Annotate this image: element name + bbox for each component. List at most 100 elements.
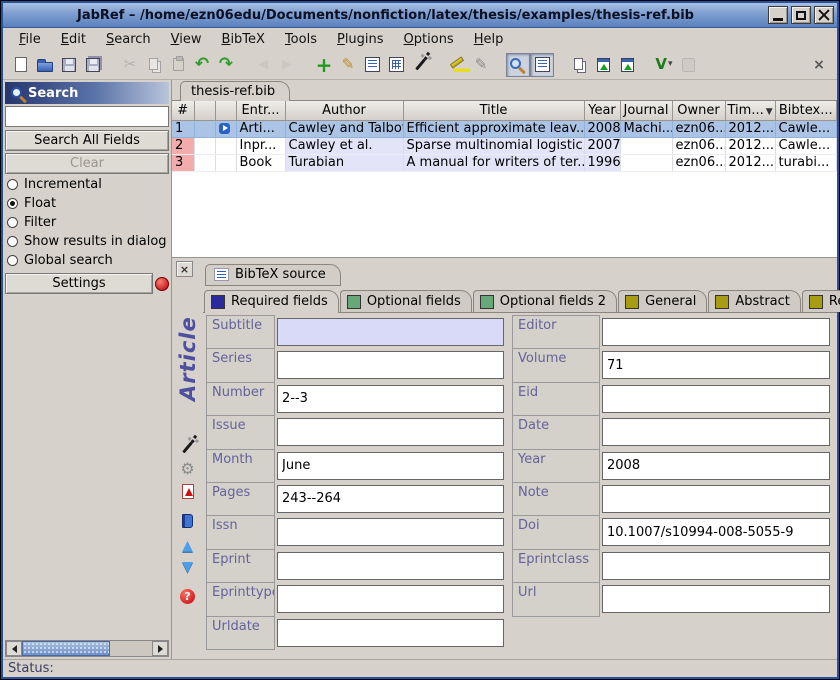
col-title[interactable]: Title [403, 101, 584, 120]
tab-review[interactable]: Review [802, 290, 840, 312]
clear-button[interactable]: Clear [5, 153, 169, 174]
field-input-month[interactable] [277, 452, 504, 480]
horizontal-scrollbar[interactable] [5, 640, 169, 657]
new-database-button[interactable] [9, 53, 33, 77]
col-bibtexkey[interactable]: Bibtex... [775, 101, 837, 120]
tab-abstract[interactable]: Abstract [708, 290, 801, 312]
gear-icon[interactable]: ⚙ [180, 461, 194, 477]
field-input-url[interactable] [602, 585, 830, 613]
menu-help[interactable]: Help [464, 30, 514, 49]
table-row[interactable]: 3 Book Turabian A manual for writers of … [172, 154, 837, 171]
mark-entries-button[interactable] [445, 53, 469, 77]
search-input[interactable] [5, 106, 169, 127]
push-to-vim-button[interactable]: V▾ [652, 53, 676, 77]
field-input-note[interactable] [602, 485, 830, 513]
write-xmp-pdf-icon[interactable] [182, 484, 194, 499]
tab-required-fields[interactable]: Required fields [204, 290, 339, 313]
field-input-eprint[interactable] [277, 552, 504, 580]
file-link-icon[interactable] [219, 123, 230, 134]
push-to-lyx-button[interactable] [591, 53, 615, 77]
help-icon[interactable]: ? [180, 589, 195, 604]
toolbar-close-button[interactable]: × [807, 53, 831, 77]
menu-search[interactable]: Search [96, 30, 161, 49]
minimize-button[interactable] [768, 6, 788, 24]
search-mode-global[interactable]: Global search [5, 251, 169, 270]
col-ranking[interactable] [194, 101, 215, 120]
field-input-issn[interactable] [277, 518, 504, 546]
menu-edit[interactable]: Edit [51, 30, 96, 49]
edit-entry-button[interactable]: ✎ [336, 53, 360, 77]
field-input-eprinttype[interactable] [277, 585, 504, 613]
tab-optional-fields-2[interactable]: Optional fields 2 [473, 290, 617, 312]
toggle-preview-button[interactable] [530, 53, 554, 77]
paste-button[interactable] [166, 53, 190, 77]
new-entry-plain-text-button[interactable] [408, 53, 432, 77]
edit-preamble-button[interactable] [360, 53, 384, 77]
cut-button[interactable]: ✂ [118, 53, 142, 77]
field-input-pages[interactable] [277, 485, 504, 513]
search-mode-incremental[interactable]: Incremental [5, 175, 169, 194]
scroll-left-button[interactable] [6, 641, 22, 656]
undo-button[interactable]: ↶ [190, 53, 214, 77]
col-owner[interactable]: Owner [672, 101, 725, 120]
save-database-button[interactable] [57, 53, 81, 77]
copy-button[interactable] [142, 53, 166, 77]
col-year[interactable]: Year [584, 101, 620, 120]
open-file-icon[interactable] [182, 514, 193, 528]
unmark-entries-button[interactable]: ✎ [469, 53, 493, 77]
previous-entry-icon[interactable]: ▲ [182, 539, 193, 553]
menu-tools[interactable]: Tools [275, 30, 327, 49]
field-input-subtitle[interactable] [277, 318, 504, 346]
col-file[interactable] [215, 101, 236, 120]
col-entrytype[interactable]: Entr... [236, 101, 285, 120]
field-input-issue[interactable] [277, 418, 504, 446]
close-button[interactable] [814, 6, 834, 24]
table-row[interactable]: 2 Inpr... Cawley et al. Sparse multinomi… [172, 137, 837, 154]
field-input-year[interactable] [602, 452, 830, 480]
tab-optional-fields[interactable]: Optional fields [340, 290, 472, 312]
field-input-doi[interactable] [602, 518, 830, 546]
generate-key-icon[interactable] [182, 442, 193, 454]
tab-general[interactable]: General [618, 290, 707, 312]
field-input-date[interactable] [602, 418, 830, 446]
push-to-openoffice-button[interactable] [676, 53, 700, 77]
next-entry-icon[interactable]: ▼ [182, 560, 193, 574]
field-input-series[interactable] [277, 351, 504, 379]
close-entry-editor-button[interactable]: × [176, 261, 193, 277]
tab-bibtex-source[interactable]: BibTeX source [205, 264, 341, 286]
search-all-fields-button[interactable]: Search All Fields [5, 130, 169, 151]
search-mode-filter[interactable]: Filter [5, 213, 169, 232]
menu-options[interactable]: Options [394, 30, 464, 49]
forward-button[interactable]: ▶ [275, 53, 299, 77]
search-settings-button[interactable]: Settings [5, 273, 153, 294]
menu-file[interactable]: File [9, 30, 51, 49]
search-mode-float[interactable]: Float [5, 194, 169, 213]
maximize-button[interactable] [791, 6, 811, 24]
toggle-search-button[interactable] [506, 53, 530, 77]
col-author[interactable]: Author [285, 101, 403, 120]
redo-button[interactable]: ↷ [214, 53, 238, 77]
field-input-editor[interactable] [602, 318, 830, 346]
col-timestamp[interactable]: Tim...▼ [725, 101, 775, 120]
scrollbar-thumb[interactable] [22, 641, 110, 656]
field-input-eid[interactable] [602, 385, 830, 413]
menu-bibtex[interactable]: BibTeX [212, 30, 275, 49]
field-input-eprintclass[interactable] [602, 552, 830, 580]
menu-view[interactable]: View [161, 30, 212, 49]
copy-entries-button[interactable] [567, 53, 591, 77]
field-input-volume[interactable] [602, 351, 830, 379]
col-journal[interactable]: Journal [620, 101, 672, 120]
back-button[interactable]: ◀ [251, 53, 275, 77]
col-number[interactable]: # [172, 101, 194, 120]
scroll-right-button[interactable] [152, 641, 168, 656]
edit-strings-button[interactable] [384, 53, 408, 77]
field-input-urldate[interactable] [277, 619, 504, 647]
menu-plugins[interactable]: Plugins [327, 30, 394, 49]
table-row[interactable]: 1 Arti... Cawley and Talbot Efficient ap… [172, 120, 837, 137]
tab-thesis-ref-bib[interactable]: thesis-ref.bib [180, 81, 290, 101]
new-entry-button[interactable]: + [312, 53, 336, 77]
scrollbar-track[interactable] [110, 641, 152, 656]
save-all-databases-button[interactable] [81, 53, 105, 77]
search-mode-dialog[interactable]: Show results in dialog [5, 232, 169, 251]
push-to-winedt-button[interactable] [615, 53, 639, 77]
